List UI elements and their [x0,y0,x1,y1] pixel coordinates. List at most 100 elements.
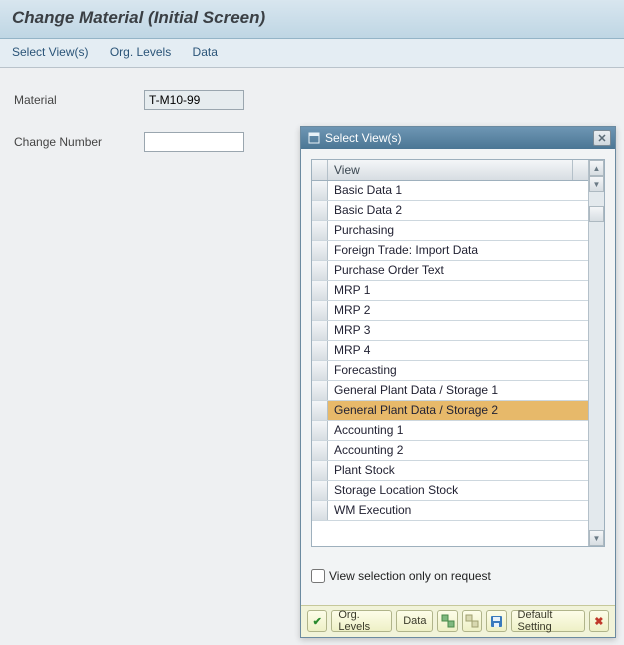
view-name: WM Execution [328,501,588,520]
row-handle[interactable] [312,281,328,300]
view-name: MRP 1 [328,281,588,300]
header-corner [572,160,588,180]
scroll-up-icon[interactable]: ▲ [589,160,604,176]
table-row[interactable]: Storage Location Stock [312,481,588,501]
table-row[interactable]: General Plant Data / Storage 1 [312,381,588,401]
view-name: Basic Data 1 [328,181,588,200]
vertical-scrollbar[interactable]: ▲ ▼ ▼ [588,160,604,546]
row-handle[interactable] [312,321,328,340]
data-button-label: Data [403,615,426,627]
confirm-button[interactable]: ✔ [307,610,327,632]
view-selection-only-label: View selection only on request [329,569,491,583]
option-row: View selection only on request [311,569,605,583]
view-name: Basic Data 2 [328,201,588,220]
page-title: Change Material (Initial Screen) [12,8,612,28]
app-window: Change Material (Initial Screen) Select … [0,0,624,645]
table-row[interactable]: Foreign Trade: Import Data [312,241,588,261]
title-bar: Change Material (Initial Screen) [0,0,624,39]
material-label: Material [14,93,144,107]
change-number-label: Change Number [14,135,144,149]
toolbar: Select View(s) Org. Levels Data [0,39,624,68]
save-icon [489,614,503,628]
toolbar-select-views[interactable]: Select View(s) [12,45,88,59]
views-table: View Basic Data 1Basic Data 2PurchasingF… [311,159,605,547]
select-all-button[interactable] [437,610,457,632]
view-name: General Plant Data / Storage 2 [328,401,588,420]
row-handle[interactable] [312,421,328,440]
row-handle[interactable] [312,221,328,240]
table-row[interactable]: Accounting 1 [312,421,588,441]
cancel-button[interactable]: ✖ [589,610,609,632]
view-name: Forecasting [328,361,588,380]
view-name: Plant Stock [328,461,588,480]
header-handle [312,160,328,180]
row-handle[interactable] [312,461,328,480]
table-row[interactable]: Basic Data 1 [312,181,588,201]
view-name: MRP 4 [328,341,588,360]
view-selection-only-checkbox[interactable] [311,569,325,583]
row-handle[interactable] [312,301,328,320]
view-name: General Plant Data / Storage 1 [328,381,588,400]
row-handle[interactable] [312,381,328,400]
cancel-icon: ✖ [592,614,606,628]
dialog-title: Select View(s) [325,131,593,145]
field-row-material: Material [14,90,610,110]
data-button[interactable]: Data [396,610,433,632]
default-setting-button[interactable]: Default Setting [511,610,585,632]
scroll-down-icon[interactable]: ▼ [589,176,604,192]
select-all-icon [441,614,455,628]
scroll-thumb[interactable] [589,206,604,222]
view-name: Purchasing [328,221,588,240]
save-button[interactable] [486,610,506,632]
table-row[interactable]: MRP 1 [312,281,588,301]
toolbar-data[interactable]: Data [193,45,218,59]
view-name: Purchase Order Text [328,261,588,280]
table-row[interactable]: Plant Stock [312,461,588,481]
table-row[interactable]: Basic Data 2 [312,201,588,221]
view-name: Foreign Trade: Import Data [328,241,588,260]
toolbar-org-levels[interactable]: Org. Levels [110,45,171,59]
table-row[interactable]: Purchasing [312,221,588,241]
table-row[interactable]: MRP 2 [312,301,588,321]
close-icon[interactable]: ✕ [593,130,611,146]
deselect-all-icon [465,614,479,628]
table-rows: Basic Data 1Basic Data 2PurchasingForeig… [312,181,588,546]
material-input[interactable] [144,90,244,110]
view-name: MRP 3 [328,321,588,340]
scroll-down2-icon[interactable]: ▼ [589,530,604,546]
row-handle[interactable] [312,181,328,200]
change-number-input[interactable] [144,132,244,152]
dialog-footer: ✔ Org. Levels Data [301,605,615,637]
row-handle[interactable] [312,441,328,460]
view-name: Accounting 2 [328,441,588,460]
scroll-track [589,222,604,530]
table-row[interactable]: Accounting 2 [312,441,588,461]
view-name: Storage Location Stock [328,481,588,500]
table-row[interactable]: Purchase Order Text [312,261,588,281]
select-views-dialog: Select View(s) ✕ View Basic Data 1Basic … [300,126,616,638]
dialog-icon [307,131,321,145]
table-header: View [312,160,588,181]
check-icon: ✔ [310,614,324,628]
org-levels-button[interactable]: Org. Levels [331,610,392,632]
table-row[interactable]: WM Execution [312,501,588,521]
row-handle[interactable] [312,341,328,360]
dialog-titlebar: Select View(s) ✕ [301,127,615,149]
table-row[interactable]: Forecasting [312,361,588,381]
row-handle[interactable] [312,361,328,380]
row-handle[interactable] [312,401,328,420]
row-handle[interactable] [312,481,328,500]
table-row[interactable]: MRP 4 [312,341,588,361]
default-setting-label: Default Setting [518,609,578,633]
view-name: MRP 2 [328,301,588,320]
row-handle[interactable] [312,261,328,280]
table-row[interactable]: MRP 3 [312,321,588,341]
row-handle[interactable] [312,201,328,220]
dialog-body: View Basic Data 1Basic Data 2PurchasingF… [301,149,615,605]
column-header-view[interactable]: View [328,160,572,180]
row-handle[interactable] [312,501,328,520]
deselect-all-button[interactable] [462,610,482,632]
row-handle[interactable] [312,241,328,260]
table-row[interactable]: General Plant Data / Storage 2 [312,401,588,421]
view-name: Accounting 1 [328,421,588,440]
